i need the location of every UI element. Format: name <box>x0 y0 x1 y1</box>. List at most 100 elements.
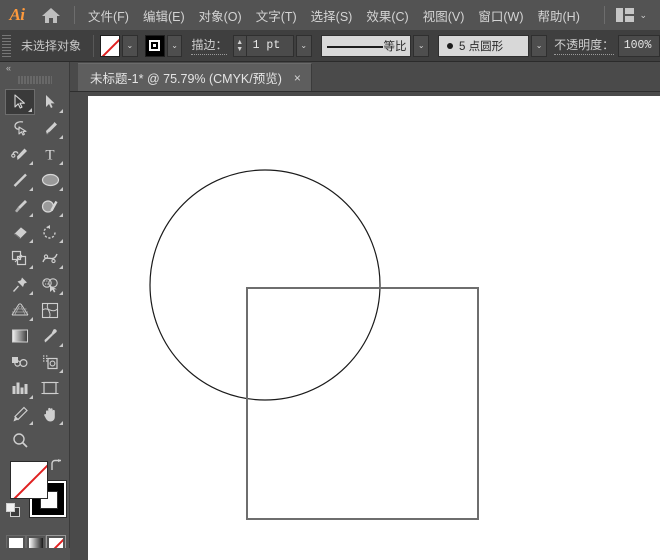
stroke-color-swatch[interactable] <box>144 34 165 57</box>
opacity-label[interactable]: 不透明度： <box>554 36 615 55</box>
tool-direct-selection[interactable] <box>35 89 65 115</box>
menu-object[interactable]: 对象(O) <box>192 3 249 28</box>
type-T-icon: T <box>45 148 54 163</box>
stroke-weight-label[interactable]: 描边： <box>191 36 228 55</box>
app-logo: Ai <box>9 5 25 24</box>
line-segment-icon <box>13 173 27 187</box>
collapse-panel-button[interactable]: « <box>0 62 69 74</box>
tool-grid: T <box>0 89 70 453</box>
fill-color-box[interactable] <box>10 461 48 499</box>
menu-help[interactable]: 帮助(H) <box>531 3 587 28</box>
artwork-svg <box>149 169 479 520</box>
tool-curvature[interactable] <box>5 141 35 167</box>
tool-group-indicator <box>28 108 32 112</box>
stroke-weight-stepper[interactable]: ▲ ▼ <box>232 34 246 57</box>
close-icon[interactable]: × <box>292 72 303 84</box>
rectangle-shape[interactable] <box>246 287 479 520</box>
brush-definition-field[interactable]: 5 点圆形 <box>438 34 530 57</box>
shaper-icon <box>41 199 58 213</box>
fill-dropdown-button[interactable]: ⌄ <box>122 34 138 57</box>
menu-file[interactable]: 文件(F) <box>81 3 136 28</box>
eyedropper-icon <box>44 328 57 342</box>
swap-fill-stroke-icon[interactable] <box>50 459 64 473</box>
document-tab[interactable]: 未标题-1* @ 75.79% (CMYK/预览) × <box>78 63 312 91</box>
tool-group-indicator <box>29 421 33 425</box>
tool-group-indicator <box>29 265 33 269</box>
control-bar-grip[interactable] <box>2 34 12 57</box>
paintbrush-icon <box>14 199 27 212</box>
tool-blend[interactable] <box>5 349 35 375</box>
tool-gradient[interactable] <box>5 323 35 349</box>
tool-column-graph[interactable] <box>5 375 35 401</box>
brush-definition-value: 5 点圆形 <box>459 40 504 53</box>
tool-pen[interactable] <box>35 115 65 141</box>
tool-shape-builder[interactable] <box>35 271 65 297</box>
tools-panel-grip[interactable] <box>17 75 52 85</box>
menu-effect[interactable]: 效果(C) <box>359 3 415 28</box>
tool-symbol-sprayer[interactable] <box>35 349 65 375</box>
tool-empty-slot <box>35 427 65 453</box>
magnifier-icon <box>12 432 28 448</box>
opacity-input[interactable]: 100% <box>617 34 660 57</box>
workspace-switcher[interactable]: ⌄ <box>611 5 652 25</box>
stroke-dropdown-button[interactable]: ⌄ <box>166 34 183 57</box>
fill-color-swatch[interactable] <box>99 34 121 57</box>
stroke-weight-input[interactable]: 1 pt <box>245 34 294 57</box>
home-icon[interactable] <box>34 0 68 30</box>
menu-type[interactable]: 文字(T) <box>249 3 304 28</box>
tool-eyedropper[interactable] <box>35 323 65 349</box>
scale-icon <box>11 250 27 265</box>
curvature-icon <box>11 148 27 160</box>
tool-perspective-grid[interactable] <box>5 297 35 323</box>
stroke-weight-dropdown[interactable]: ⌄ <box>295 34 312 57</box>
menu-separator <box>74 6 75 24</box>
tool-group-indicator <box>29 317 33 321</box>
tool-scale[interactable] <box>5 245 35 271</box>
tool-group-indicator <box>59 161 63 165</box>
tool-hand[interactable] <box>35 401 65 427</box>
tool-group-indicator <box>29 239 33 243</box>
document-tab-title: 未标题-1* @ 75.79% (CMYK/预览) <box>90 72 282 86</box>
menu-edit[interactable]: 编辑(E) <box>136 3 192 28</box>
rotate-icon <box>43 224 56 239</box>
tool-group-indicator <box>59 291 63 295</box>
tool-zoom[interactable] <box>5 427 35 453</box>
tool-line-segment[interactable] <box>5 167 35 193</box>
tool-rotate[interactable] <box>35 219 65 245</box>
menu-view[interactable]: 视图(V) <box>416 3 472 28</box>
pushpin-icon <box>12 277 27 292</box>
perspective-grid-icon <box>11 303 28 315</box>
canvas-area[interactable] <box>70 92 660 560</box>
tool-paintbrush[interactable] <box>5 193 35 219</box>
tool-mesh[interactable] <box>35 297 65 323</box>
tool-magic-wand[interactable] <box>5 115 35 141</box>
tool-group-indicator <box>29 291 33 295</box>
tool-width[interactable] <box>35 245 65 271</box>
magic-wand-icon <box>13 120 27 136</box>
tool-type[interactable]: T <box>35 141 65 167</box>
artboard[interactable] <box>88 96 660 560</box>
menu-window[interactable]: 窗口(W) <box>471 3 530 28</box>
menu-select[interactable]: 选择(S) <box>304 3 360 28</box>
document-tab-bar: 未标题-1* @ 75.79% (CMYK/预览) × <box>70 62 660 92</box>
tool-selection[interactable] <box>5 89 35 115</box>
tool-artboard[interactable] <box>35 375 65 401</box>
tool-free-transform[interactable] <box>5 271 35 297</box>
menubar-right: ⌄ <box>598 5 660 25</box>
tool-shaper[interactable] <box>35 193 65 219</box>
default-fill-stroke-icon[interactable] <box>6 503 21 518</box>
selection-status: 未选择对象 <box>21 39 82 53</box>
workspace-grid-icon <box>616 8 635 22</box>
tool-eraser[interactable] <box>5 219 35 245</box>
brush-definition-dropdown[interactable]: ⌄ <box>531 34 547 57</box>
circle-shape[interactable] <box>149 169 381 401</box>
variable-width-dropdown[interactable]: ⌄ <box>413 34 429 57</box>
filled-arrow-cursor-icon <box>46 95 55 108</box>
tool-ellipse[interactable] <box>35 167 65 193</box>
variable-width-profile-field[interactable]: 等比 <box>320 34 412 57</box>
menu-items: 文件(F) 编辑(E) 对象(O) 文字(T) 选择(S) 效果(C) 视图(V… <box>81 3 587 28</box>
control-bar: 未选择对象 ⌄ ⌄ 描边： ▲ ▼ 1 pt ⌄ 等比 ⌄ 5 点圆形 ⌄ 不透… <box>0 30 660 62</box>
stepper-up-icon: ▲ <box>236 38 244 46</box>
tool-slice[interactable] <box>5 401 35 427</box>
color-controls <box>0 457 70 555</box>
